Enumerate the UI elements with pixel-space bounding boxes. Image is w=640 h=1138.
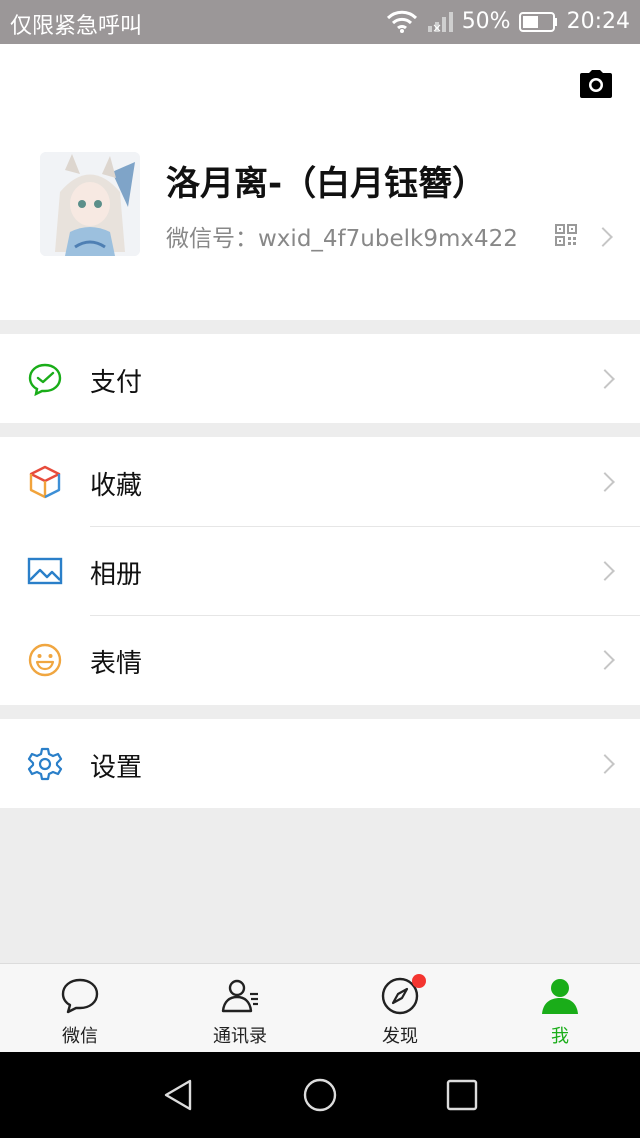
- tab-label: 微信: [62, 1026, 98, 1047]
- chevron-right-icon: [595, 472, 615, 492]
- menu-label-stickers: 表情: [90, 649, 143, 679]
- menu-item-favorites[interactable]: 收藏: [0, 437, 640, 526]
- recents-icon[interactable]: [444, 1077, 480, 1113]
- menu-item-pay[interactable]: 支付: [0, 334, 640, 423]
- qrcode-icon[interactable]: [555, 224, 577, 246]
- avatar[interactable]: [40, 152, 140, 256]
- chevron-right-icon: [595, 561, 615, 581]
- tab-discover[interactable]: 发现: [320, 964, 480, 1053]
- menu-label-settings: 设置: [90, 753, 143, 783]
- home-icon[interactable]: [302, 1077, 338, 1113]
- carrier-text: 仅限紧急呼叫: [10, 14, 143, 39]
- menu-item-album[interactable]: 相册: [0, 526, 640, 615]
- chat-bubble-icon: [61, 978, 99, 1014]
- notification-badge: [412, 974, 426, 988]
- chevron-right-icon: [593, 227, 613, 247]
- person-icon: [542, 979, 578, 1014]
- profile-header[interactable]: 洛月离-（白月钰簪） 微信号：wxid_4f7ubelk9mx422: [0, 44, 640, 320]
- battery-icon: [518, 12, 557, 32]
- camera-icon[interactable]: [580, 70, 612, 98]
- contacts-icon: [221, 979, 258, 1013]
- menu-label-album: 相册: [90, 560, 143, 590]
- chevron-right-icon: [595, 650, 615, 670]
- status-time: 20:24: [566, 9, 630, 34]
- tab-label: 发现: [382, 1026, 418, 1047]
- bottom-tab-bar: 微信 通讯录 发现 我: [0, 963, 640, 1053]
- wechat-id: 微信号：wxid_4f7ubelk9mx422: [166, 226, 518, 252]
- menu-label-pay: 支付: [90, 368, 143, 398]
- smiley-icon: [28, 643, 62, 677]
- menu-item-settings[interactable]: 设置: [0, 719, 640, 808]
- tab-me[interactable]: 我: [480, 964, 640, 1053]
- svg-text:×: ×: [432, 21, 442, 34]
- wifi-icon: [386, 10, 417, 33]
- chevron-right-icon: [595, 369, 615, 389]
- tab-contacts[interactable]: 通讯录: [160, 964, 320, 1053]
- battery-percent: 50%: [461, 9, 511, 34]
- menu-group-settings: 设置: [0, 719, 640, 808]
- pay-icon: [28, 363, 62, 397]
- image-icon: [27, 557, 63, 585]
- profile-name: 洛月离-（白月钰簪）: [166, 164, 487, 204]
- chevron-right-icon: [595, 754, 615, 774]
- menu-group-pay: 支付: [0, 334, 640, 423]
- menu-item-stickers[interactable]: 表情: [0, 615, 640, 704]
- tab-chats[interactable]: 微信: [0, 964, 160, 1053]
- menu-label-favorites: 收藏: [90, 471, 143, 501]
- cube-icon: [29, 465, 61, 499]
- tab-label: 通讯录: [213, 1026, 267, 1047]
- back-icon[interactable]: [160, 1077, 196, 1113]
- signal-icon: ×: [427, 12, 453, 34]
- menu-group-media: 收藏 相册 表情: [0, 437, 640, 705]
- tab-label: 我: [551, 1026, 569, 1047]
- system-nav-bar: [0, 1052, 640, 1138]
- gear-icon: [27, 747, 63, 781]
- status-bar: 仅限紧急呼叫 × 50% 20:24: [0, 0, 640, 44]
